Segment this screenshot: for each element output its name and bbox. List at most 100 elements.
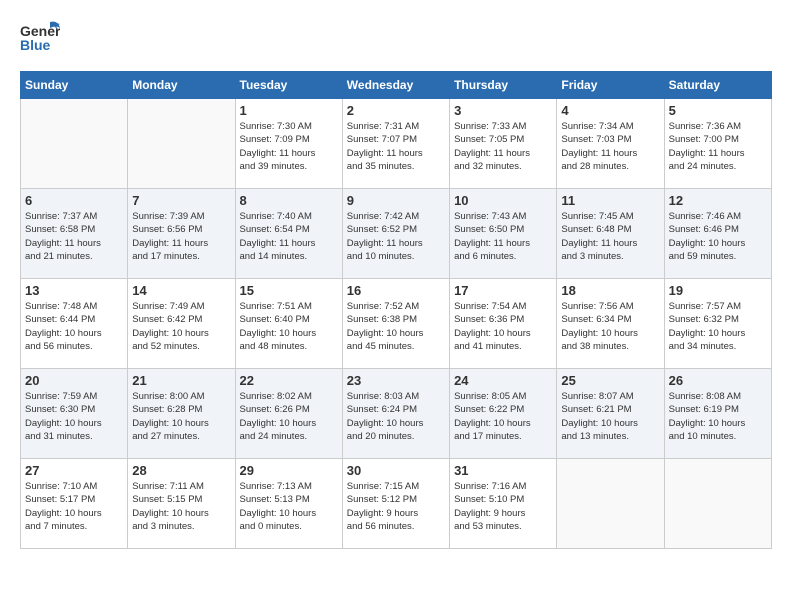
day-number: 21 [132, 373, 230, 388]
svg-text:Blue: Blue [20, 37, 51, 53]
calendar-table: SundayMondayTuesdayWednesdayThursdayFrid… [20, 71, 772, 549]
day-info: Sunrise: 7:51 AM Sunset: 6:40 PM Dayligh… [240, 300, 338, 353]
day-info: Sunrise: 7:43 AM Sunset: 6:50 PM Dayligh… [454, 210, 552, 263]
day-info: Sunrise: 8:02 AM Sunset: 6:26 PM Dayligh… [240, 390, 338, 443]
day-number: 10 [454, 193, 552, 208]
weekday-header-tuesday: Tuesday [235, 72, 342, 99]
calendar-cell: 16 Sunrise: 7:52 AM Sunset: 6:38 PM Dayli… [342, 279, 449, 369]
calendar-cell: 20 Sunrise: 7:59 AM Sunset: 6:30 PM Dayli… [21, 369, 128, 459]
day-number: 17 [454, 283, 552, 298]
page-header: General Blue [20, 20, 772, 61]
weekday-header-wednesday: Wednesday [342, 72, 449, 99]
day-number: 26 [669, 373, 767, 388]
calendar-cell [128, 99, 235, 189]
day-number: 1 [240, 103, 338, 118]
day-info: Sunrise: 7:57 AM Sunset: 6:32 PM Dayligh… [669, 300, 767, 353]
day-number: 5 [669, 103, 767, 118]
day-number: 30 [347, 463, 445, 478]
day-number: 25 [561, 373, 659, 388]
calendar-cell: 5 Sunrise: 7:36 AM Sunset: 7:00 PM Daylig… [664, 99, 771, 189]
calendar-cell: 26Sunrise: 8:08 AM Sunset: 6:19 PM Dayli… [664, 369, 771, 459]
calendar-cell: 30 Sunrise: 7:15 AM Sunset: 5:12 PM Dayli… [342, 459, 449, 549]
day-number: 27 [25, 463, 123, 478]
day-info: Sunrise: 7:37 AM Sunset: 6:58 PM Dayligh… [25, 210, 123, 263]
day-number: 28 [132, 463, 230, 478]
calendar-cell: 19 Sunrise: 7:57 AM Sunset: 6:32 PM Dayli… [664, 279, 771, 369]
day-number: 11 [561, 193, 659, 208]
calendar-cell: 6Sunrise: 7:37 AM Sunset: 6:58 PM Daylig… [21, 189, 128, 279]
day-info: Sunrise: 7:49 AM Sunset: 6:42 PM Dayligh… [132, 300, 230, 353]
calendar-cell: 22 Sunrise: 8:02 AM Sunset: 6:26 PM Dayli… [235, 369, 342, 459]
day-info: Sunrise: 8:03 AM Sunset: 6:24 PM Dayligh… [347, 390, 445, 443]
calendar-cell: 4Sunrise: 7:34 AM Sunset: 7:03 PM Daylig… [557, 99, 664, 189]
day-number: 13 [25, 283, 123, 298]
calendar-cell: 23 Sunrise: 8:03 AM Sunset: 6:24 PM Dayli… [342, 369, 449, 459]
day-info: Sunrise: 7:30 AM Sunset: 7:09 PM Dayligh… [240, 120, 338, 173]
day-number: 15 [240, 283, 338, 298]
day-info: Sunrise: 7:36 AM Sunset: 7:00 PM Dayligh… [669, 120, 767, 173]
day-info: Sunrise: 7:11 AM Sunset: 5:15 PM Dayligh… [132, 480, 230, 533]
calendar-cell: 24 Sunrise: 8:05 AM Sunset: 6:22 PM Dayli… [450, 369, 557, 459]
day-number: 22 [240, 373, 338, 388]
calendar-cell: 17 Sunrise: 7:54 AM Sunset: 6:36 PM Dayli… [450, 279, 557, 369]
day-info: Sunrise: 7:42 AM Sunset: 6:52 PM Dayligh… [347, 210, 445, 263]
day-number: 16 [347, 283, 445, 298]
calendar-cell: 25Sunrise: 8:07 AM Sunset: 6:21 PM Dayli… [557, 369, 664, 459]
calendar-week-1: 1 Sunrise: 7:30 AM Sunset: 7:09 PM Daylig… [21, 99, 772, 189]
calendar-cell: 21Sunrise: 8:00 AM Sunset: 6:28 PM Dayli… [128, 369, 235, 459]
calendar-cell: 28 Sunrise: 7:11 AM Sunset: 5:15 PM Dayli… [128, 459, 235, 549]
calendar-cell: 11 Sunrise: 7:45 AM Sunset: 6:48 PM Dayli… [557, 189, 664, 279]
calendar-cell: 18 Sunrise: 7:56 AM Sunset: 6:34 PM Dayli… [557, 279, 664, 369]
weekday-header-thursday: Thursday [450, 72, 557, 99]
calendar-cell: 10 Sunrise: 7:43 AM Sunset: 6:50 PM Dayli… [450, 189, 557, 279]
weekday-header-friday: Friday [557, 72, 664, 99]
day-info: Sunrise: 7:31 AM Sunset: 7:07 PM Dayligh… [347, 120, 445, 173]
day-number: 4 [561, 103, 659, 118]
day-number: 23 [347, 373, 445, 388]
calendar-cell [21, 99, 128, 189]
day-info: Sunrise: 7:13 AM Sunset: 5:13 PM Dayligh… [240, 480, 338, 533]
day-info: Sunrise: 7:52 AM Sunset: 6:38 PM Dayligh… [347, 300, 445, 353]
day-number: 20 [25, 373, 123, 388]
day-number: 12 [669, 193, 767, 208]
calendar-cell: 14 Sunrise: 7:49 AM Sunset: 6:42 PM Dayli… [128, 279, 235, 369]
calendar-week-5: 27 Sunrise: 7:10 AM Sunset: 5:17 PM Dayli… [21, 459, 772, 549]
day-number: 18 [561, 283, 659, 298]
weekday-header-sunday: Sunday [21, 72, 128, 99]
day-number: 3 [454, 103, 552, 118]
day-number: 2 [347, 103, 445, 118]
calendar-cell: 8Sunrise: 7:40 AM Sunset: 6:54 PM Daylig… [235, 189, 342, 279]
day-info: Sunrise: 7:46 AM Sunset: 6:46 PM Dayligh… [669, 210, 767, 263]
calendar-cell: 2 Sunrise: 7:31 AM Sunset: 7:07 PM Daylig… [342, 99, 449, 189]
day-info: Sunrise: 8:05 AM Sunset: 6:22 PM Dayligh… [454, 390, 552, 443]
day-info: Sunrise: 7:39 AM Sunset: 6:56 PM Dayligh… [132, 210, 230, 263]
calendar-header-row: SundayMondayTuesdayWednesdayThursdayFrid… [21, 72, 772, 99]
calendar-cell: 15 Sunrise: 7:51 AM Sunset: 6:40 PM Dayli… [235, 279, 342, 369]
day-number: 31 [454, 463, 552, 478]
calendar-cell: 31 Sunrise: 7:16 AM Sunset: 5:10 PM Dayli… [450, 459, 557, 549]
day-info: Sunrise: 7:10 AM Sunset: 5:17 PM Dayligh… [25, 480, 123, 533]
calendar-cell: 9 Sunrise: 7:42 AM Sunset: 6:52 PM Daylig… [342, 189, 449, 279]
day-number: 24 [454, 373, 552, 388]
calendar-cell: 7 Sunrise: 7:39 AM Sunset: 6:56 PM Daylig… [128, 189, 235, 279]
calendar-week-4: 20 Sunrise: 7:59 AM Sunset: 6:30 PM Dayli… [21, 369, 772, 459]
calendar-cell: 29 Sunrise: 7:13 AM Sunset: 5:13 PM Dayli… [235, 459, 342, 549]
day-number: 19 [669, 283, 767, 298]
day-number: 9 [347, 193, 445, 208]
day-info: Sunrise: 7:15 AM Sunset: 5:12 PM Dayligh… [347, 480, 445, 533]
day-info: Sunrise: 7:16 AM Sunset: 5:10 PM Dayligh… [454, 480, 552, 533]
day-info: Sunrise: 7:56 AM Sunset: 6:34 PM Dayligh… [561, 300, 659, 353]
day-info: Sunrise: 7:54 AM Sunset: 6:36 PM Dayligh… [454, 300, 552, 353]
weekday-header-saturday: Saturday [664, 72, 771, 99]
calendar-cell: 12 Sunrise: 7:46 AM Sunset: 6:46 PM Dayli… [664, 189, 771, 279]
day-number: 14 [132, 283, 230, 298]
calendar-week-2: 6Sunrise: 7:37 AM Sunset: 6:58 PM Daylig… [21, 189, 772, 279]
day-number: 29 [240, 463, 338, 478]
calendar-cell: 13Sunrise: 7:48 AM Sunset: 6:44 PM Dayli… [21, 279, 128, 369]
day-number: 7 [132, 193, 230, 208]
day-info: Sunrise: 7:45 AM Sunset: 6:48 PM Dayligh… [561, 210, 659, 263]
day-info: Sunrise: 7:40 AM Sunset: 6:54 PM Dayligh… [240, 210, 338, 263]
calendar-week-3: 13Sunrise: 7:48 AM Sunset: 6:44 PM Dayli… [21, 279, 772, 369]
day-info: Sunrise: 7:59 AM Sunset: 6:30 PM Dayligh… [25, 390, 123, 443]
calendar-cell: 27 Sunrise: 7:10 AM Sunset: 5:17 PM Dayli… [21, 459, 128, 549]
